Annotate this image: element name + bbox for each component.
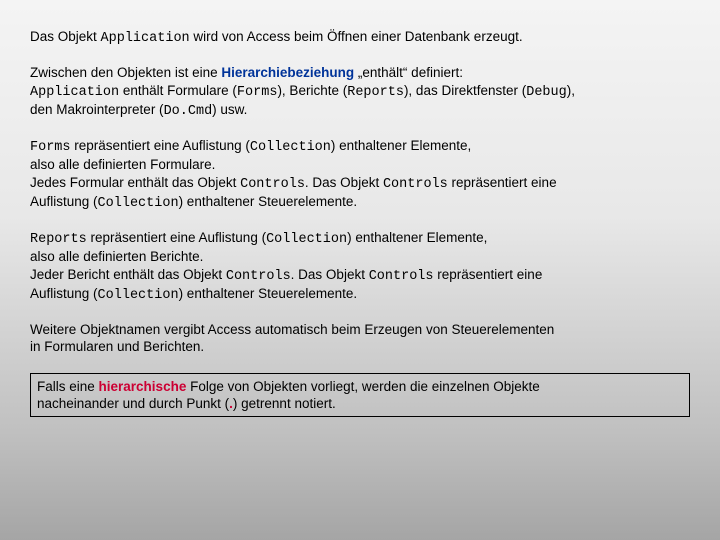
text: repräsentiert eine bbox=[448, 175, 557, 190]
text: . Das Objekt bbox=[305, 175, 383, 190]
text: wird von Access beim Öffnen einer Datenb… bbox=[190, 29, 523, 44]
code-controls: Controls bbox=[383, 177, 448, 192]
term-hierarchy: Hierarchiebeziehung bbox=[221, 65, 354, 80]
code-collection: Collection bbox=[98, 288, 179, 303]
text: Auflistung ( bbox=[30, 194, 98, 209]
code-forms: Forms bbox=[30, 140, 71, 155]
text: also alle definierten Formulare. bbox=[30, 157, 215, 172]
code-collection: Collection bbox=[250, 140, 331, 155]
text: Zwischen den Objekten ist eine bbox=[30, 65, 221, 80]
paragraph-4: Reports repräsentiert eine Auflistung (C… bbox=[30, 229, 690, 304]
text: Folge von Objekten vorliegt, werden die … bbox=[186, 379, 539, 394]
text: Falls eine bbox=[37, 379, 99, 394]
code-collection: Collection bbox=[98, 196, 179, 211]
code-collection: Collection bbox=[266, 232, 347, 247]
text: repräsentiert eine Auflistung ( bbox=[87, 230, 266, 245]
text: in Formularen und Berichten. bbox=[30, 339, 204, 354]
text: . Das Objekt bbox=[291, 267, 369, 282]
code-application: Application bbox=[101, 31, 190, 46]
text: ) enthaltener Elemente, bbox=[347, 230, 487, 245]
text: ) enthaltener Steuerelemente. bbox=[179, 194, 358, 209]
code-controls: Controls bbox=[226, 269, 291, 284]
text: Jeder Bericht enthält das Objekt bbox=[30, 267, 226, 282]
text: Weitere Objektnamen vergibt Access autom… bbox=[30, 322, 554, 337]
paragraph-1: Das Objekt Application wird von Access b… bbox=[30, 28, 690, 47]
text: Das Objekt bbox=[30, 29, 101, 44]
text: ), das Direktfenster ( bbox=[404, 83, 526, 98]
code-debug: Debug bbox=[526, 85, 567, 100]
paragraph-3: Forms repräsentiert eine Auflistung (Col… bbox=[30, 137, 690, 212]
paragraph-5: Weitere Objektnamen vergibt Access autom… bbox=[30, 321, 690, 356]
text: ) enthaltener Elemente, bbox=[331, 138, 471, 153]
note-box: Falls eine hierarchische Folge von Objek… bbox=[30, 373, 690, 418]
text: nacheinander und durch Punkt ( bbox=[37, 396, 229, 411]
term-hierarchical: hierarchische bbox=[99, 379, 187, 394]
text: ) getrennt notiert. bbox=[233, 396, 336, 411]
code-controls: Controls bbox=[369, 269, 434, 284]
text: den Makrointerpreter ( bbox=[30, 102, 164, 117]
code-controls: Controls bbox=[240, 177, 305, 192]
paragraph-2: Zwischen den Objekten ist eine Hierarchi… bbox=[30, 64, 690, 120]
code-docmd: Do.Cmd bbox=[164, 104, 213, 119]
code-reports: Reports bbox=[347, 85, 404, 100]
text: repräsentiert eine bbox=[434, 267, 543, 282]
text: repräsentiert eine Auflistung ( bbox=[71, 138, 250, 153]
code-reports: Reports bbox=[30, 232, 87, 247]
code-forms: Forms bbox=[237, 85, 278, 100]
text: „enthält“ definiert: bbox=[354, 65, 463, 80]
text: Auflistung ( bbox=[30, 286, 98, 301]
text: enthält Formulare ( bbox=[119, 83, 237, 98]
text: ) usw. bbox=[212, 102, 247, 117]
text: also alle definierten Berichte. bbox=[30, 249, 203, 264]
text: ) enthaltener Steuerelemente. bbox=[179, 286, 358, 301]
text: ), Berichte ( bbox=[277, 83, 347, 98]
code-application: Application bbox=[30, 85, 119, 100]
text: Jedes Formular enthält das Objekt bbox=[30, 175, 240, 190]
text: ), bbox=[567, 83, 575, 98]
